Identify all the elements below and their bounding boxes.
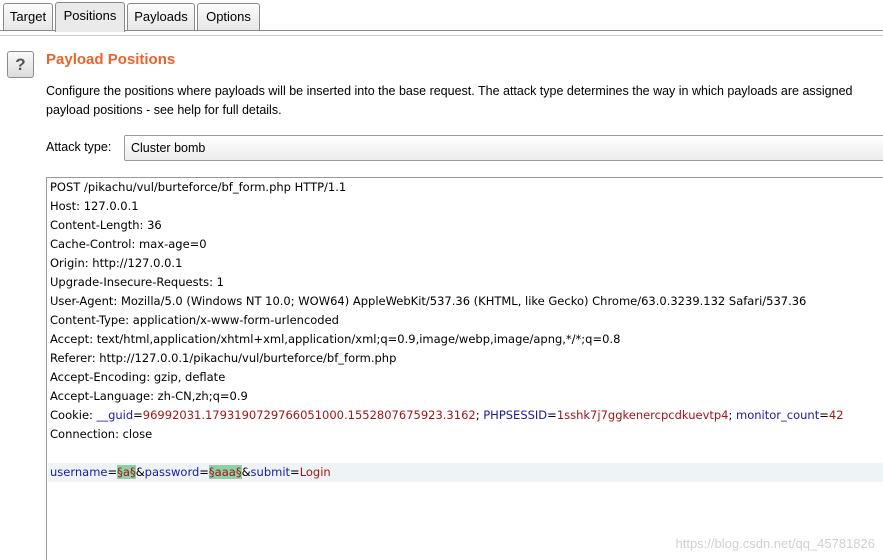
section-description: Configure the positions where payloads w… — [46, 82, 883, 120]
body-password-name: password — [144, 465, 200, 479]
cookie-monitor-name: monitor_count — [736, 408, 820, 422]
header-accept-encoding: Accept-Encoding: gzip, deflate — [50, 370, 226, 384]
header-upgrade-insecure: Upgrade-Insecure-Requests: 1 — [50, 275, 224, 289]
cookie-session-value: 1sshk7j7ggkenercpcdkuevtp4 — [556, 408, 729, 422]
body-username-name: username — [50, 465, 108, 479]
tab-target[interactable]: Target — [3, 3, 53, 31]
attack-type-select[interactable]: Cluster bomb — [124, 135, 883, 161]
tab-options[interactable]: Options — [197, 3, 260, 31]
header-accept: Accept: text/html,application/xhtml+xml,… — [50, 332, 621, 346]
request-body: username=§a§&password=§aaa§&submit=Login — [50, 465, 331, 479]
header-accept-language: Accept-Language: zh-CN,zh;q=0.9 — [50, 389, 248, 403]
request-editor[interactable]: POST /pikachu/vul/burteforce/bf_form.php… — [46, 177, 883, 560]
cookie-guid-name: __guid — [96, 408, 134, 422]
header-content-type: Content-Type: application/x-www-form-url… — [50, 313, 339, 327]
request-line: POST /pikachu/vul/burteforce/bf_form.php… — [50, 180, 347, 194]
header-referer: Referer: http://127.0.0.1/pikachu/vul/bu… — [50, 351, 397, 365]
payload-position-2[interactable]: §aaa§ — [208, 465, 242, 479]
cookie-monitor-value: 42 — [828, 408, 844, 422]
cookie-guid-value: 96992031.1793190729766051000.15528076759… — [142, 408, 476, 422]
watermark: https://blog.csdn.net/qq_45781826 — [675, 536, 876, 551]
payload-position-1[interactable]: §a§ — [117, 465, 136, 479]
description-line-1: Configure the positions where payloads w… — [46, 84, 853, 98]
positions-panel: ? Payload Positions Configure the positi… — [0, 31, 883, 560]
attack-type-label: Attack type: — [46, 140, 112, 154]
tab-bar: Target Positions Payloads Options — [0, 0, 883, 32]
header-connection: Connection: close — [50, 427, 153, 441]
body-submit-name: submit — [250, 465, 291, 479]
cookie-session-name: PHPSESSID — [483, 408, 548, 422]
header-user-agent: User-Agent: Mozilla/5.0 (Windows NT 10.0… — [50, 294, 807, 308]
header-origin: Origin: http://127.0.0.1 — [50, 256, 183, 270]
header-cookie: Cookie: __guid=96992031.1793190729766051… — [50, 408, 844, 422]
header-content-length: Content-Length: 36 — [50, 218, 162, 232]
page-title: Payload Positions — [46, 51, 176, 68]
cookie-prefix: Cookie: — [50, 408, 97, 422]
help-icon[interactable]: ? — [7, 51, 34, 78]
header-host: Host: 127.0.0.1 — [50, 199, 139, 213]
panel-divider — [0, 35, 883, 36]
body-submit-value: Login — [299, 465, 331, 479]
description-line-2: payload positions - see help for full de… — [46, 103, 282, 117]
tab-payloads[interactable]: Payloads — [127, 3, 195, 31]
tab-positions[interactable]: Positions — [55, 2, 125, 32]
header-cache-control: Cache-Control: max-age=0 — [50, 237, 207, 251]
